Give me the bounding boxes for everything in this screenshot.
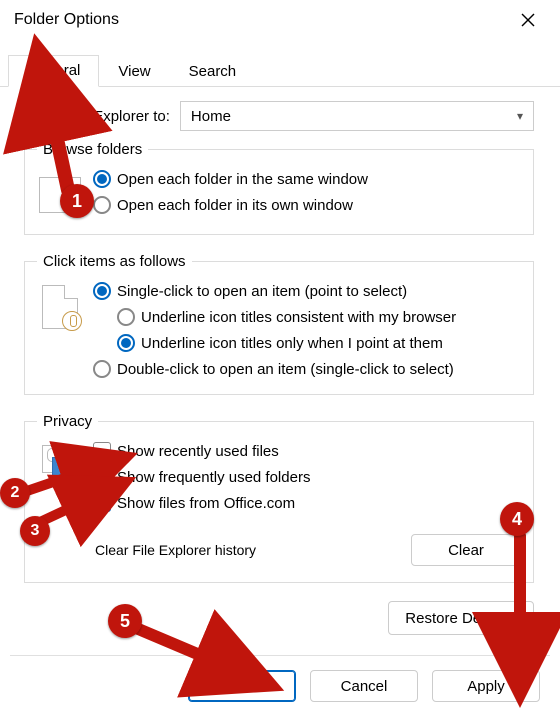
browse-own-label: Open each folder in its own window [117, 197, 353, 214]
radio-icon [93, 196, 111, 214]
ok-button-label: OK [231, 678, 253, 695]
open-to-row: Open File Explorer to: Home ▾ [24, 101, 534, 131]
single-click-option[interactable]: Single-click to open an item (point to s… [93, 282, 521, 300]
clear-button-label: Clear [448, 542, 484, 559]
show-office-label: Show files from Office.com [117, 495, 295, 512]
show-frequent-label: Show frequently used folders [117, 469, 310, 486]
tab-view-label: View [118, 63, 150, 80]
radio-icon [93, 282, 111, 300]
show-recent-label: Show recently used files [117, 443, 279, 460]
radio-icon [93, 360, 111, 378]
ok-button[interactable]: OK [188, 670, 296, 702]
tab-search[interactable]: Search [170, 55, 256, 87]
underline-browser-option[interactable]: Underline icon titles consistent with my… [117, 308, 521, 326]
underline-point-option[interactable]: Underline icon titles only when I point … [117, 334, 521, 352]
privacy-group: Privacy Show recently used files Show fr… [24, 413, 534, 583]
restore-defaults-button[interactable]: Restore Defaults [388, 601, 534, 635]
folders-icon [37, 172, 83, 218]
tab-general[interactable]: General [8, 55, 99, 87]
close-icon [521, 13, 535, 27]
click-items-legend: Click items as follows [37, 253, 192, 270]
document-click-icon [37, 284, 83, 330]
privacy-icon [37, 444, 83, 490]
clear-button[interactable]: Clear [411, 534, 521, 566]
show-recent-option[interactable]: Show recently used files [93, 442, 521, 460]
checkbox-icon [93, 494, 111, 512]
browse-same-label: Open each folder in the same window [117, 171, 368, 188]
tab-pane-general: Open File Explorer to: Home ▾ Browse fol… [0, 87, 560, 655]
show-frequent-option[interactable]: Show frequently used folders [93, 468, 521, 486]
radio-icon [93, 170, 111, 188]
double-click-option[interactable]: Double-click to open an item (single-cli… [93, 360, 521, 378]
open-to-label: Open File Explorer to: [24, 108, 170, 125]
radio-icon [117, 308, 135, 326]
browse-folders-legend: Browse folders [37, 141, 148, 158]
apply-button-label: Apply [467, 678, 505, 695]
browse-own-window-option[interactable]: Open each folder in its own window [93, 196, 521, 214]
single-click-label: Single-click to open an item (point to s… [117, 283, 407, 300]
window-title: Folder Options [14, 11, 119, 29]
title-bar: Folder Options [0, 0, 560, 40]
click-items-group: Click items as follows Single-click to o… [24, 253, 534, 395]
browse-same-window-option[interactable]: Open each folder in the same window [93, 170, 521, 188]
cancel-button-label: Cancel [341, 678, 388, 695]
privacy-legend: Privacy [37, 413, 98, 430]
radio-icon [117, 334, 135, 352]
underline-point-label: Underline icon titles only when I point … [141, 335, 443, 352]
chevron-down-icon: ▾ [517, 109, 523, 123]
tab-search-label: Search [189, 63, 237, 80]
dialog-footer: OK Cancel Apply [0, 656, 560, 718]
checkbox-icon [93, 442, 111, 460]
cancel-button[interactable]: Cancel [310, 670, 418, 702]
close-button[interactable] [506, 5, 550, 35]
clear-history-label: Clear File Explorer history [95, 542, 256, 558]
tab-view[interactable]: View [99, 55, 169, 87]
tab-general-label: General [27, 62, 80, 79]
apply-button[interactable]: Apply [432, 670, 540, 702]
underline-browser-label: Underline icon titles consistent with my… [141, 309, 456, 326]
open-to-select[interactable]: Home ▾ [180, 101, 534, 131]
double-click-label: Double-click to open an item (single-cli… [117, 361, 454, 378]
show-office-option[interactable]: Show files from Office.com [93, 494, 521, 512]
checkbox-icon [93, 468, 111, 486]
open-to-value: Home [191, 108, 231, 125]
restore-defaults-label: Restore Defaults [405, 610, 517, 627]
tab-strip: General View Search [0, 40, 560, 87]
browse-folders-group: Browse folders Open each folder in the s… [24, 141, 534, 235]
